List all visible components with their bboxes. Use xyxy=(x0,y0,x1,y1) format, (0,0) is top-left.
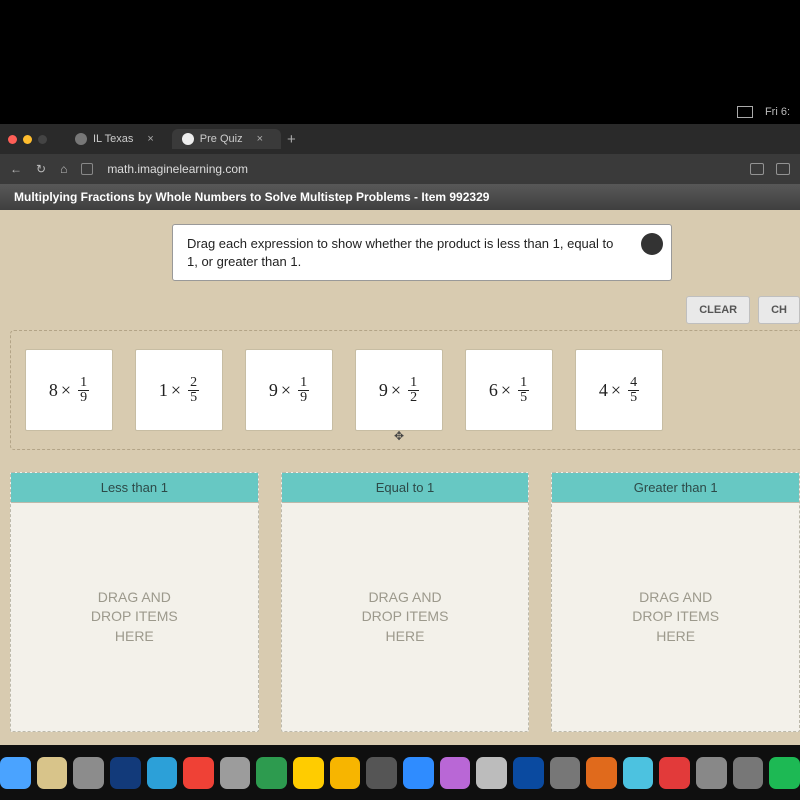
display-icon xyxy=(737,106,753,118)
dock-app-icon[interactable] xyxy=(403,757,434,789)
dock-app-icon[interactable] xyxy=(147,757,178,789)
drop-zone[interactable]: Greater than 1 DRAG ANDDROP ITEMSHERE xyxy=(551,472,800,732)
zone-header: Greater than 1 xyxy=(552,473,799,503)
dock-app-icon[interactable] xyxy=(256,757,287,789)
dock-app-icon[interactable] xyxy=(220,757,251,789)
tab-prequiz[interactable]: Pre Quiz × xyxy=(172,129,281,149)
expression-card[interactable]: 8× 19 xyxy=(25,349,113,431)
url-text[interactable]: math.imaginelearning.com xyxy=(107,162,248,176)
drop-zone[interactable]: Equal to 1 DRAG ANDDROP ITEMSHERE xyxy=(281,472,530,732)
clear-button[interactable]: CLEAR xyxy=(686,296,750,324)
expression-card[interactable]: 9×12✥ xyxy=(355,349,443,431)
whole-number: 4 xyxy=(599,380,608,401)
browser-tabstrip: IL Texas × Pre Quiz × + xyxy=(0,124,800,154)
fraction: 15 xyxy=(518,376,529,405)
close-tab-icon[interactable]: × xyxy=(147,133,153,145)
home-icon[interactable]: ⌂ xyxy=(60,162,67,176)
lock-icon xyxy=(81,163,93,175)
dock-app-icon[interactable] xyxy=(733,757,764,789)
expression-card[interactable]: 6× 15 xyxy=(465,349,553,431)
dock-app-icon[interactable] xyxy=(330,757,361,789)
reload-icon[interactable]: ↻ xyxy=(36,162,46,176)
move-cursor-icon: ✥ xyxy=(394,429,404,444)
favicon-icon xyxy=(182,133,194,145)
lesson-title-bar: Multiplying Fractions by Whole Numbers t… xyxy=(0,184,800,211)
new-tab-button[interactable]: + xyxy=(287,131,296,148)
zoom-window-icon[interactable] xyxy=(38,135,47,144)
multiply-icon: × xyxy=(61,380,71,401)
close-tab-icon[interactable]: × xyxy=(257,133,263,145)
minimize-window-icon[interactable] xyxy=(23,135,32,144)
whole-number: 9 xyxy=(269,380,278,401)
zone-placeholder: DRAG ANDDROP ITEMSHERE xyxy=(362,588,449,647)
dock-app-icon[interactable] xyxy=(440,757,471,789)
instruction-box: Drag each expression to show whether the… xyxy=(172,224,672,281)
fraction: 19 xyxy=(298,376,309,405)
dock-app-icon[interactable] xyxy=(110,757,141,789)
drop-zones: Less than 1DRAG ANDDROP ITEMSHEREEqual t… xyxy=(10,472,800,732)
expression-card[interactable]: 4× 45 xyxy=(575,349,663,431)
zone-header: Less than 1 xyxy=(11,473,258,503)
multiply-icon: × xyxy=(281,380,291,401)
dock-app-icon[interactable] xyxy=(0,757,31,789)
zone-placeholder: DRAG ANDDROP ITEMSHERE xyxy=(91,588,178,647)
whole-number: 9 xyxy=(379,380,388,401)
zone-body[interactable]: DRAG ANDDROP ITEMSHERE xyxy=(282,503,529,731)
address-bar: ← ↻ ⌂ math.imaginelearning.com xyxy=(0,154,800,184)
favicon-icon xyxy=(75,133,87,145)
mac-dock[interactable] xyxy=(0,745,800,800)
dock-app-icon[interactable] xyxy=(513,757,544,789)
multiply-icon: × xyxy=(611,380,621,401)
tab-texas[interactable]: IL Texas × xyxy=(65,129,172,149)
zone-body[interactable]: DRAG ANDDROP ITEMSHERE xyxy=(552,503,799,731)
dock-app-icon[interactable] xyxy=(366,757,397,789)
zone-placeholder: DRAG ANDDROP ITEMSHERE xyxy=(632,588,719,647)
extension-icon[interactable] xyxy=(750,163,764,175)
mac-menubar: Fri 6: xyxy=(0,100,800,124)
close-window-icon[interactable] xyxy=(8,135,17,144)
tab-label: Pre Quiz xyxy=(200,133,243,145)
multiply-icon: × xyxy=(501,380,511,401)
whole-number: 6 xyxy=(489,380,498,401)
whole-number: 8 xyxy=(49,380,58,401)
back-icon[interactable]: ← xyxy=(10,162,22,176)
check-button[interactable]: CH xyxy=(758,296,800,324)
speaker-icon[interactable] xyxy=(641,233,663,255)
dock-app-icon[interactable] xyxy=(769,757,800,789)
dock-app-icon[interactable] xyxy=(37,757,68,789)
dock-app-icon[interactable] xyxy=(586,757,617,789)
dock-app-icon[interactable] xyxy=(293,757,324,789)
dock-app-icon[interactable] xyxy=(476,757,507,789)
expression-pool: 8×191×259×199×12✥6×154×45 xyxy=(10,330,800,450)
extension-icon[interactable] xyxy=(776,163,790,175)
zone-body[interactable]: DRAG ANDDROP ITEMSHERE xyxy=(11,503,258,731)
fraction: 19 xyxy=(78,376,89,405)
dock-app-icon[interactable] xyxy=(659,757,690,789)
content-area: Drag each expression to show whether the… xyxy=(0,210,800,745)
fraction: 12 xyxy=(408,376,419,405)
window-controls[interactable] xyxy=(8,135,47,144)
clock: Fri 6: xyxy=(765,106,790,118)
dock-app-icon[interactable] xyxy=(550,757,581,789)
multiply-icon: × xyxy=(171,380,181,401)
dock-app-icon[interactable] xyxy=(73,757,104,789)
dock-app-icon[interactable] xyxy=(623,757,654,789)
fraction: 25 xyxy=(188,376,199,405)
dock-app-icon[interactable] xyxy=(696,757,727,789)
multiply-icon: × xyxy=(391,380,401,401)
fraction: 45 xyxy=(628,376,639,405)
zone-header: Equal to 1 xyxy=(282,473,529,503)
tab-label: IL Texas xyxy=(93,133,133,145)
whole-number: 1 xyxy=(159,380,168,401)
expression-card[interactable]: 1× 25 xyxy=(135,349,223,431)
expression-card[interactable]: 9× 19 xyxy=(245,349,333,431)
instruction-text: Drag each expression to show whether the… xyxy=(187,236,613,269)
lesson-title: Multiplying Fractions by Whole Numbers t… xyxy=(14,190,489,204)
dock-app-icon[interactable] xyxy=(183,757,214,789)
drop-zone[interactable]: Less than 1 DRAG ANDDROP ITEMSHERE xyxy=(10,472,259,732)
